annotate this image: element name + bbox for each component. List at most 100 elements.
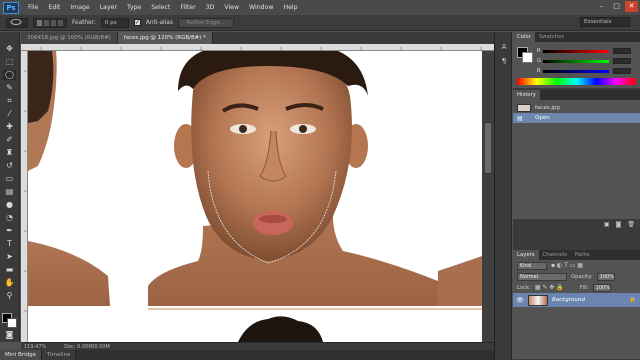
menu-window[interactable]: Window: [244, 4, 278, 11]
right-panels: Color Swatches R G B History faces.jpg ▤…: [513, 32, 640, 360]
path-selection-tool-icon[interactable]: ➤: [3, 252, 16, 262]
history-step-open[interactable]: ▤ Open: [513, 113, 640, 123]
character-panel-icon[interactable]: A: [498, 42, 510, 53]
feather-input[interactable]: 0 px: [100, 17, 129, 28]
gradient-tool-icon[interactable]: ▤: [3, 187, 16, 197]
menu-select[interactable]: Select: [146, 4, 175, 11]
photo-image: [28, 51, 482, 342]
close-button[interactable]: ✕: [625, 1, 638, 12]
pen-tool-icon[interactable]: ✒: [3, 226, 16, 236]
menu-view[interactable]: View: [219, 4, 244, 11]
intersect-selection-icon[interactable]: [58, 19, 63, 26]
doc-size: Doc: 0.00M/0.00M: [64, 343, 110, 350]
panel-icon-strip: A ¶: [494, 32, 512, 360]
feather-label: Feather:: [72, 19, 96, 26]
tab-channels[interactable]: Channels: [539, 250, 572, 260]
brush-tool-icon[interactable]: ✐: [3, 135, 16, 145]
eyedropper-tool-icon[interactable]: ⁄: [3, 109, 16, 119]
tab-color[interactable]: Color: [513, 32, 535, 42]
menu-edit[interactable]: Edit: [43, 4, 65, 11]
menu-file[interactable]: File: [23, 4, 43, 11]
doc-tab-faces[interactable]: faces.jpg @ 120% (RGB/8#) *: [117, 32, 213, 44]
document-canvas[interactable]: [28, 51, 482, 342]
menu-image[interactable]: Image: [65, 4, 94, 11]
document-tabs: 306418.jpg @ 100% (RGB/8#) faces.jpg @ 1…: [21, 32, 494, 44]
subtract-selection-icon[interactable]: [51, 19, 56, 26]
status-bar: 119.47% Doc: 0.00M/0.00M: [21, 342, 494, 350]
history-panel: faces.jpg ▤ Open ▣ ◙ 🗑: [513, 100, 640, 230]
history-footer: ▣ ◙ 🗑: [513, 219, 640, 230]
blend-mode-select[interactable]: Normal: [517, 272, 567, 281]
trash-icon[interactable]: 🗑: [627, 221, 635, 228]
blue-value[interactable]: [613, 68, 631, 74]
tab-swatches[interactable]: Swatches: [535, 32, 568, 42]
hand-tool-icon[interactable]: ✋: [3, 278, 16, 288]
color-spectrum[interactable]: [517, 78, 636, 85]
clone-stamp-tool-icon[interactable]: ♜: [3, 148, 16, 158]
lock-icons[interactable]: ▦ ✎ ✥ 🔒: [535, 284, 564, 291]
layer-thumbnail: [528, 294, 548, 306]
tab-paths[interactable]: Paths: [571, 250, 593, 260]
type-tool-icon[interactable]: T: [3, 239, 16, 249]
zoom-level[interactable]: 119.47%: [24, 344, 46, 350]
tab-mini-bridge[interactable]: Mini Bridge: [0, 350, 42, 360]
menu-help[interactable]: Help: [278, 4, 302, 11]
blur-tool-icon[interactable]: ●: [3, 200, 16, 210]
tools-panel: ✥ ⬚ ◯ ✎ ⌗ ⁄ ✚ ✐ ♜ ↺ ▭ ▤ ● ◔ ✒ T ➤ ▬ ✋ ⚲ …: [0, 32, 20, 342]
scroll-thumb[interactable]: [485, 123, 491, 173]
menu-layer[interactable]: Layer: [95, 4, 122, 11]
marquee-tool-icon[interactable]: ⬚: [3, 57, 16, 67]
minimize-button[interactable]: –: [595, 1, 608, 12]
lasso-tool-icon[interactable]: ◯: [3, 70, 16, 80]
tab-history[interactable]: History: [513, 90, 540, 100]
selection-mode-buttons[interactable]: [33, 17, 67, 28]
menu-3d[interactable]: 3D: [201, 4, 220, 11]
tab-layers[interactable]: Layers: [513, 250, 539, 260]
menu-filter[interactable]: Filter: [175, 4, 200, 11]
add-selection-icon[interactable]: [44, 19, 49, 26]
history-panel-tabs: History: [513, 90, 640, 100]
doc-tab-306418[interactable]: 306418.jpg @ 100% (RGB/8#): [21, 32, 118, 44]
tab-timeline[interactable]: Timeline: [41, 350, 77, 360]
layer-background[interactable]: 👁 Background 🔒: [513, 293, 640, 307]
filter-icons[interactable]: ▪ ◐ T ▭ ▦: [551, 262, 583, 269]
antialias-checkbox[interactable]: ✓: [133, 19, 141, 26]
vertical-scrollbar[interactable]: [482, 51, 494, 342]
blue-slider[interactable]: B: [537, 68, 631, 74]
move-tool-icon[interactable]: ✥: [3, 44, 16, 54]
zoom-tool-icon[interactable]: ⚲: [3, 291, 16, 301]
menu-bar: Ps File Edit Image Layer Type Select Fil…: [0, 0, 640, 15]
horizontal-ruler: [21, 44, 494, 51]
refine-edge-button[interactable]: Refine Edge...: [177, 17, 234, 28]
history-brush-tool-icon[interactable]: ↺: [3, 161, 16, 171]
eye-icon[interactable]: 👁: [516, 297, 524, 304]
snapshot-thumbnail: [517, 104, 531, 112]
green-value[interactable]: [613, 58, 631, 64]
menu-type[interactable]: Type: [122, 4, 146, 11]
shape-tool-icon[interactable]: ▬: [3, 265, 16, 275]
crop-tool-icon[interactable]: ⌗: [3, 96, 16, 106]
healing-brush-tool-icon[interactable]: ✚: [3, 122, 16, 132]
green-slider[interactable]: G: [537, 58, 631, 64]
layer-filter-row: Kind ▪ ◐ T ▭ ▦: [513, 260, 640, 271]
red-value[interactable]: [613, 48, 631, 54]
dodge-tool-icon[interactable]: ◔: [3, 213, 16, 223]
workspace-switcher[interactable]: Essentials: [580, 17, 630, 27]
red-slider[interactable]: R: [537, 48, 631, 54]
quick-mask-icon[interactable]: ◙: [3, 330, 16, 340]
fill-input[interactable]: 100%: [592, 283, 611, 292]
paragraph-panel-icon[interactable]: ¶: [498, 56, 510, 67]
opacity-input[interactable]: 100%: [596, 272, 615, 281]
bg-color-preview[interactable]: [522, 52, 533, 63]
tool-preset-picker[interactable]: [6, 17, 28, 28]
maximize-button[interactable]: □: [610, 1, 623, 12]
new-document-icon[interactable]: ▣: [604, 221, 610, 228]
new-selection-icon[interactable]: [37, 19, 42, 26]
history-snapshot[interactable]: faces.jpg: [513, 103, 640, 113]
layer-kind-filter[interactable]: Kind: [517, 261, 547, 270]
eraser-tool-icon[interactable]: ▭: [3, 174, 16, 184]
background-color-swatch[interactable]: [7, 318, 17, 328]
lock-icon: 🔒: [629, 297, 636, 303]
snapshot-icon[interactable]: ◙: [616, 221, 622, 228]
quick-select-tool-icon[interactable]: ✎: [3, 83, 16, 93]
